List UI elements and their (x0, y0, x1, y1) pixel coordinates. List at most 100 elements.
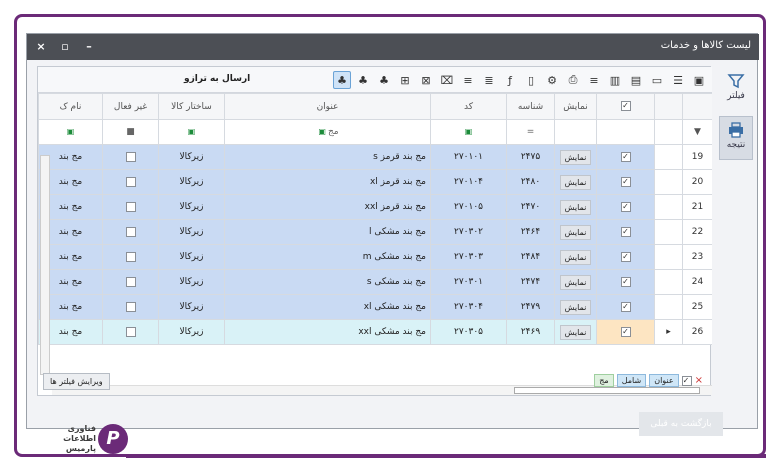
inactive-checkbox[interactable] (125, 201, 136, 212)
table-row[interactable]: 19 ✓ نمایش ۲۴۷۵ ۲۷۰۱۰۱ مج بند قرمز s زیرکالا مج… (38, 144, 712, 170)
inactive-cell[interactable] (102, 269, 159, 295)
minimize-button[interactable]: – (81, 39, 97, 55)
header-id[interactable]: شناسه (506, 93, 555, 120)
filter-id-cell[interactable]: = (506, 119, 555, 145)
vertical-scrollbar[interactable] (40, 155, 50, 375)
inactive-cell[interactable] (102, 319, 159, 345)
show-cell[interactable]: نمایش (554, 219, 597, 245)
filter-chip-field[interactable]: عنوان (649, 374, 679, 387)
filter-show-cell[interactable] (554, 119, 597, 145)
row-select-checkbox[interactable]: ✓ (620, 226, 631, 237)
filter-code-cell[interactable]: ▣ (430, 119, 507, 145)
show-button[interactable]: نمایش (559, 199, 592, 215)
show-button[interactable]: نمایش (559, 149, 592, 165)
row-select-cell[interactable]: ✓ (596, 244, 655, 270)
header-code[interactable]: کد (430, 93, 507, 120)
row-select-checkbox[interactable]: ✓ (620, 276, 631, 287)
inactive-cell[interactable] (102, 294, 159, 320)
row-select-checkbox[interactable]: ✓ (620, 151, 631, 162)
inactive-checkbox[interactable] (125, 226, 136, 237)
filter-structure-cell[interactable]: ▣ (158, 119, 225, 145)
close-button[interactable]: × (33, 39, 49, 55)
show-cell[interactable]: نمایش (554, 319, 597, 345)
inactive-checkbox[interactable] (125, 176, 136, 187)
filter-chip-value[interactable]: مج (594, 374, 614, 387)
tree-icon[interactable]: ♣ (375, 71, 393, 89)
select-all-checkbox[interactable]: ✓ (620, 101, 631, 112)
row-select-checkbox[interactable]: ✓ (620, 176, 631, 187)
show-button[interactable]: نمایش (559, 274, 592, 290)
show-button[interactable]: نمایش (559, 174, 592, 190)
send-to-scale-label[interactable]: ارسال به ترازو (184, 74, 250, 84)
show-button[interactable]: نمایش (559, 224, 592, 240)
save-as-icon[interactable]: ▥ (606, 71, 624, 89)
return-button[interactable]: بازگشت به قبلی (639, 412, 723, 436)
title-filter-value[interactable]: مج (328, 127, 339, 137)
show-button[interactable]: نمایش (559, 299, 592, 315)
save-icon[interactable]: ▤ (627, 71, 645, 89)
table-row[interactable]: 22 ✓ نمایش ۲۴۶۴ ۲۷۰۳۰۲ مج بند مشکی l زیرکالا مج… (38, 219, 712, 245)
row-select-checkbox[interactable]: ✓ (620, 201, 631, 212)
table-row[interactable]: 20 ✓ نمایش ۲۴۸۰ ۲۷۰۱۰۴ مج بند قرمز xl زیرکالا م… (38, 169, 712, 195)
side-result-button[interactable]: نتیجه (719, 116, 753, 160)
row-select-cell[interactable]: ✓ (596, 144, 655, 170)
inactive-checkbox[interactable] (125, 326, 136, 337)
show-cell[interactable]: نمایش (554, 244, 597, 270)
row-select-checkbox[interactable]: ✓ (620, 251, 631, 262)
side-filter-button[interactable]: فیلتر (719, 72, 753, 116)
filter-name-cell[interactable]: ▣ (38, 119, 103, 145)
text-align-icon[interactable]: ≣ (480, 71, 498, 89)
show-button[interactable]: نمایش (559, 324, 592, 340)
filter-title-cell[interactable]: مج▣ (224, 119, 431, 145)
inactive-cell[interactable] (102, 169, 159, 195)
inactive-cell[interactable] (102, 144, 159, 170)
show-cell[interactable]: نمایش (554, 194, 597, 220)
filter-funnel[interactable]: ▼ (682, 119, 712, 145)
header-show[interactable]: نمایش (554, 93, 597, 120)
table-row[interactable]: 26 ▸ ✓ نمایش ۲۴۶۹ ۲۷۰۳۰۵ مج بند مشکی xxl زیرکال… (38, 319, 712, 345)
edit-filters-button[interactable]: ویرایش فیلتر ها (43, 373, 110, 390)
filter-mode-icon[interactable]: ▣ (188, 127, 196, 136)
align-icon[interactable]: ≡ (585, 71, 603, 89)
tree-add-icon[interactable]: ♣ (354, 71, 372, 89)
inactive-checkbox[interactable] (125, 151, 136, 162)
row-select-cell[interactable]: ✓ (596, 294, 655, 320)
row-select-checkbox[interactable]: ✓ (620, 326, 631, 337)
filter-inactive-cell[interactable]: ■ (102, 119, 159, 145)
inactive-checkbox[interactable] (125, 301, 136, 312)
clear-filter-icon[interactable]: × (695, 375, 703, 386)
show-cell[interactable]: نمایش (554, 144, 597, 170)
show-cell[interactable]: نمایش (554, 294, 597, 320)
filter-mode-icon[interactable]: ▣ (67, 127, 75, 136)
row-select-cell[interactable]: ✓ (596, 194, 655, 220)
filter-chip-operator[interactable]: شامل (616, 374, 647, 387)
row-select-cell[interactable]: ✓ (596, 169, 655, 195)
inactive-checkbox[interactable] (125, 276, 136, 287)
text-align-2-icon[interactable]: ≡ (459, 71, 477, 89)
inactive-checkbox[interactable] (125, 251, 136, 262)
table-row[interactable]: 24 ✓ نمایش ۲۴۷۴ ۲۷۰۳۰۱ مج بند مشکی s زیرکالا مج… (38, 269, 712, 295)
excel-delete-icon[interactable]: ⌧ (438, 71, 456, 89)
header-inactive[interactable]: غیر فعال (102, 93, 159, 120)
window-icon[interactable]: ▭ (648, 71, 666, 89)
table-row[interactable]: 23 ✓ نمایش ۲۴۸۴ ۲۷۰۳۰۳ مج بند مشکی m زیرکالا مج… (38, 244, 712, 270)
row-select-cell[interactable]: ✓ (596, 219, 655, 245)
function-icon[interactable]: ƒ (501, 71, 519, 89)
tree-send-icon[interactable]: ♣ (333, 71, 351, 89)
contact-icon[interactable]: ▣ (690, 71, 708, 89)
print-icon[interactable]: ⎙ (564, 71, 582, 89)
document-icon[interactable]: ▯ (522, 71, 540, 89)
filter-mode-icon[interactable]: ▣ (465, 127, 473, 136)
table-row[interactable]: 25 ✓ نمایش ۲۴۷۹ ۲۷۰۳۰۴ مج بند مشکی xl زیرکالا م… (38, 294, 712, 320)
header-title[interactable]: عنوان (224, 93, 431, 120)
row-select-checkbox[interactable]: ✓ (620, 301, 631, 312)
filter-mode-icon[interactable]: ▣ (318, 127, 326, 136)
list-icon[interactable]: ☰ (669, 71, 687, 89)
settings-icon[interactable]: ⚙ (543, 71, 561, 89)
excel-icon[interactable]: ⊠ (417, 71, 435, 89)
header-select[interactable]: ✓ (596, 93, 655, 120)
row-select-cell[interactable]: ✓ (596, 319, 655, 345)
show-button[interactable]: نمایش (559, 249, 592, 265)
table-row[interactable]: 21 ✓ نمایش ۲۴۷۰ ۲۷۰۱۰۵ مج بند قرمز xxl زیرکالا… (38, 194, 712, 220)
excel-2-icon[interactable]: ⊞ (396, 71, 414, 89)
